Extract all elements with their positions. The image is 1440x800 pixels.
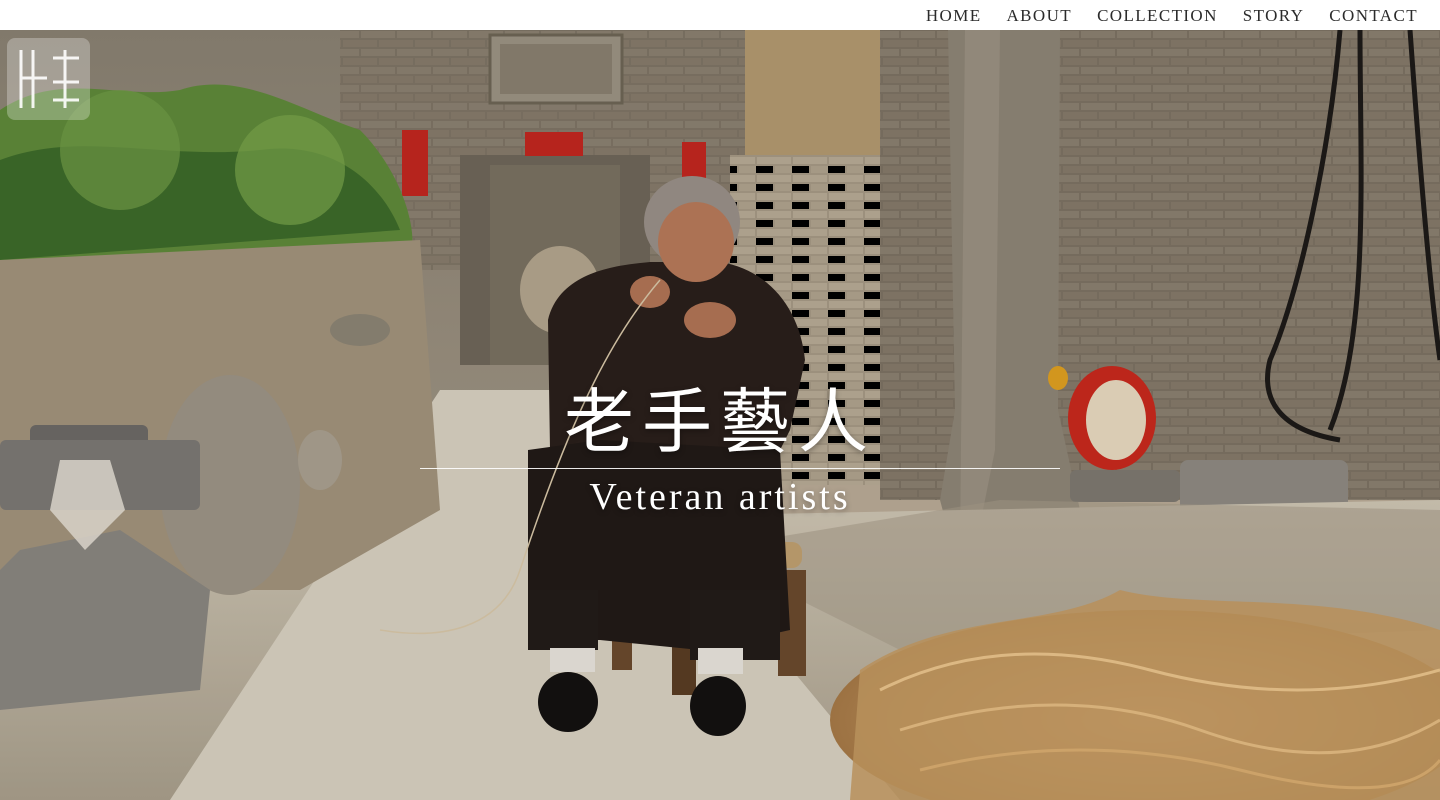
top-navigation-bar: HOME ABOUT COLLECTION STORY CONTACT (0, 0, 1440, 30)
site-logo[interactable] (7, 38, 90, 120)
hero-title-chinese: 老手藝人 (564, 381, 876, 463)
hero-title-english: Veteran artists (589, 476, 851, 518)
nav-home[interactable]: HOME (926, 0, 982, 31)
site-logo-icon (19, 50, 79, 108)
title-divider (420, 468, 1060, 469)
nav-collection[interactable]: COLLECTION (1097, 0, 1218, 31)
main-nav: HOME ABOUT COLLECTION STORY CONTACT (926, 0, 1418, 30)
nav-contact[interactable]: CONTACT (1329, 0, 1418, 31)
nav-story[interactable]: STORY (1243, 0, 1305, 31)
nav-about[interactable]: ABOUT (1007, 0, 1073, 31)
